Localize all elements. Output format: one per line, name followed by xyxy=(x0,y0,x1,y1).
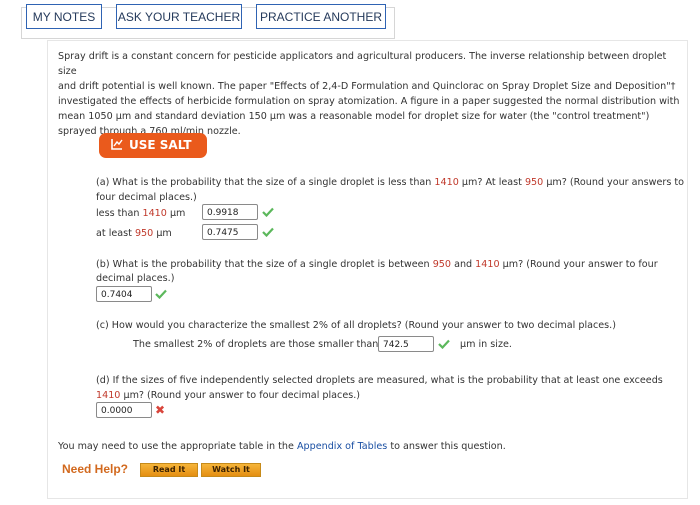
appendix-link[interactable]: Appendix of Tables xyxy=(297,441,387,452)
row-label-unit: μm xyxy=(153,228,172,239)
row-label-text: at least xyxy=(96,228,135,239)
appendix-note: You may need to use the appropriate tabl… xyxy=(58,439,506,454)
part-d-value-1410: 1410 xyxy=(96,390,121,401)
correct-check-icon xyxy=(262,227,274,237)
row-label-value: 950 xyxy=(134,228,154,239)
part-d-text: μm? (Round your answer to four decimal p… xyxy=(120,390,361,401)
ask-teacher-button[interactable]: ASK YOUR TEACHER xyxy=(116,4,242,29)
need-help-label: Need Help? xyxy=(62,462,129,476)
practice-another-button[interactable]: PRACTICE ANOTHER xyxy=(256,4,386,29)
part-a-row2-label: at least 950 μm xyxy=(96,226,172,241)
appendix-text: You may need to use the appropriate tabl… xyxy=(58,441,297,452)
problem-intro: Spray drift is a constant concern for pe… xyxy=(58,49,683,139)
part-b-value-950: 950 xyxy=(432,259,452,270)
row-label-unit: μm xyxy=(166,208,186,219)
watch-it-button[interactable]: Watch It xyxy=(201,463,261,477)
part-a-text: μm? (Round your answers to xyxy=(543,177,685,188)
part-a-text: μm? At least xyxy=(458,177,525,188)
part-d-question: (d) If the sizes of five independently s… xyxy=(96,375,663,386)
intro-line: mean 1050 μm and standard deviation 150 … xyxy=(58,111,650,122)
part-a-text: (a) What is the probability that the siz… xyxy=(96,177,435,188)
part-b-value-1410: 1410 xyxy=(475,259,500,270)
correct-check-icon xyxy=(155,289,167,299)
part-b-question: (b) What is the probability that the siz… xyxy=(96,257,686,272)
read-it-button[interactable]: Read It xyxy=(140,463,198,477)
answer-input-c[interactable]: 742.5 xyxy=(378,336,434,352)
answer-input-a1[interactable]: 0.9918 xyxy=(202,204,258,220)
part-b-text: (b) What is the probability that the siz… xyxy=(96,259,433,270)
use-salt-button[interactable]: USE SALT xyxy=(99,133,207,158)
answer-input-b[interactable]: 0.7404 xyxy=(96,286,152,302)
my-notes-button[interactable]: MY NOTES xyxy=(26,4,102,29)
part-d-question-cont: 1410 μm? (Round your answer to four deci… xyxy=(96,388,360,403)
intro-line: and drift potential is well known. The p… xyxy=(58,81,676,92)
part-c-question: (c) How would you characterize the small… xyxy=(96,320,616,331)
correct-check-icon xyxy=(262,207,274,217)
part-b-text: μm? (Round your answer to four xyxy=(499,259,658,270)
part-a-row1-label: less than 1410 μm xyxy=(96,206,185,221)
part-a-value-950: 950 xyxy=(524,177,544,188)
part-a-question-cont: four decimal places.) xyxy=(96,192,197,203)
row-label-text: less than xyxy=(96,208,143,219)
part-b-text: and xyxy=(451,259,476,270)
salt-chart-icon xyxy=(111,139,123,150)
intro-line: Spray drift is a constant concern for pe… xyxy=(58,51,667,77)
part-a-question: (a) What is the probability that the siz… xyxy=(96,175,686,190)
correct-check-icon xyxy=(438,339,450,349)
answer-input-d[interactable]: 0.0000 xyxy=(96,402,152,418)
part-c-unit: μm in size. xyxy=(460,339,512,350)
incorrect-x-icon: ✖ xyxy=(155,403,166,417)
answer-input-a2[interactable]: 0.7475 xyxy=(202,224,258,240)
intro-line: investigated the effects of herbicide fo… xyxy=(58,96,680,107)
part-b-question-cont: decimal places.) xyxy=(96,273,175,284)
row-label-value: 1410 xyxy=(142,208,167,219)
appendix-text: to answer this question. xyxy=(387,441,506,452)
use-salt-label: USE SALT xyxy=(129,138,192,152)
part-c-row-label: The smallest 2% of droplets are those sm… xyxy=(133,339,379,350)
part-a-value-1410: 1410 xyxy=(434,177,459,188)
